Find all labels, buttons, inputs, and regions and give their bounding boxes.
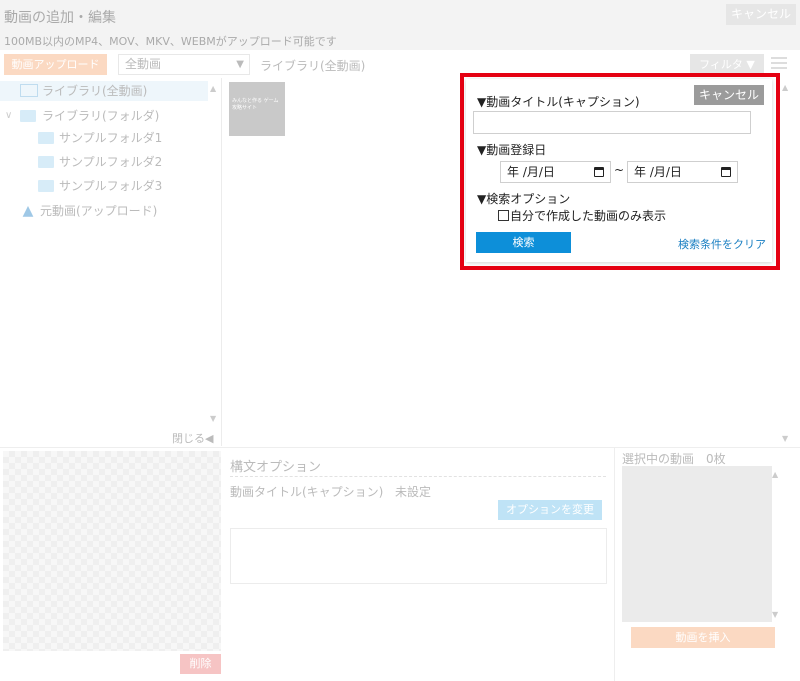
filter-popup: ▼動画タイトル(キャプション) キャンセル ▼動画登録日 年 /月/日 ~ 年 …: [466, 79, 772, 262]
close-sidebar-link[interactable]: 閉じる◀: [172, 430, 213, 446]
date-range-separator: ~: [614, 163, 625, 177]
selected-videos-section: 選択中の動画 0枚 ▲ ▼ 動画を挿入: [614, 448, 800, 681]
bottom-panel: 削除 構文オプション 動画タイトル(キャプション) 未設定 オプションを変更 選…: [0, 447, 800, 681]
scroll-up-icon[interactable]: ▲: [210, 84, 216, 93]
scroll-down-icon[interactable]: ▼: [772, 610, 778, 619]
folder-icon: [38, 180, 54, 192]
sidebar-item-label: サンプルフォルダ2: [59, 155, 163, 169]
sidebar-item-sample-folder-2[interactable]: サンプルフォルダ2: [0, 152, 208, 172]
folder-icon: [20, 110, 36, 122]
chevron-down-icon[interactable]: ∨: [5, 106, 12, 126]
sidebar-item-sample-folder-3[interactable]: サンプルフォルダ3: [0, 176, 208, 196]
scroll-down-icon[interactable]: ▼: [210, 414, 216, 423]
sidebar-item-sample-folder-1[interactable]: サンプルフォルダ1: [0, 128, 208, 148]
options-divider: [230, 476, 606, 477]
sidebar-item-label: 元動画(アップロード): [40, 204, 158, 218]
folder-icon: [38, 132, 54, 144]
filter-cancel-button[interactable]: キャンセル: [694, 85, 764, 105]
folder-icon: [38, 156, 54, 168]
date-to-placeholder: 年 /月/日: [634, 165, 682, 179]
date-from-field[interactable]: 年 /月/日: [500, 161, 611, 183]
scroll-up-icon[interactable]: ▲: [772, 470, 778, 479]
image-icon: [20, 84, 38, 97]
caption-label: 動画タイトル(キャプション): [230, 485, 384, 499]
sidebar-item-label: ライブラリ(全動画): [42, 84, 148, 98]
sidebar-item-library-all[interactable]: ライブラリ(全動画): [0, 81, 208, 101]
top-cancel-button[interactable]: キャンセル: [726, 4, 796, 25]
scroll-up-icon[interactable]: ▲: [782, 83, 788, 92]
title-filter-label: ▼動画タイトル(キャプション): [477, 95, 640, 109]
date-filter-label: ▼動画登録日: [477, 143, 547, 157]
caption-value: 未設定: [395, 485, 432, 499]
sidebar-item-label: サンプルフォルダ3: [59, 179, 163, 193]
thumbnail-caption: みんなと作る ゲーム攻略サイト: [232, 98, 279, 111]
sidebar-item-library-folder[interactable]: ∨ ライブラリ(フォルダ): [0, 106, 208, 126]
delete-button[interactable]: 削除: [180, 654, 221, 674]
current-library-path: ライブラリ(全動画): [260, 59, 366, 73]
insert-video-button[interactable]: 動画を挿入: [631, 627, 775, 648]
title-filter-input[interactable]: [473, 111, 751, 134]
page-title: 動画の追加・編集: [4, 10, 116, 26]
video-filter-select-value: 全動画: [125, 57, 162, 71]
date-to-field[interactable]: 年 /月/日: [627, 161, 738, 183]
selected-videos-list: [622, 466, 772, 622]
search-options-label: ▼検索オプション: [477, 192, 571, 206]
syntax-options-section: 構文オプション 動画タイトル(キャプション) 未設定 オプションを変更: [230, 448, 608, 681]
only-mine-label: 自分で作成した動画のみ表示: [510, 209, 667, 223]
sidebar-item-label: ライブラリ(フォルダ): [42, 109, 160, 123]
page-subtitle: 100MB以内のMP4、MOV、MKV、WEBMがアップロード可能です: [4, 35, 337, 48]
syntax-output-box[interactable]: [230, 528, 607, 584]
only-mine-checkbox[interactable]: [498, 210, 509, 221]
only-mine-option[interactable]: 自分で作成した動画のみ表示: [498, 208, 666, 224]
video-filter-select[interactable]: 全動画 ▼: [118, 54, 250, 75]
hamburger-menu-icon[interactable]: [771, 57, 787, 71]
calendar-icon[interactable]: [721, 167, 731, 177]
upload-video-button[interactable]: 動画アップロード: [4, 54, 107, 75]
change-options-button[interactable]: オプションを変更: [498, 500, 602, 520]
search-button[interactable]: 検索: [476, 232, 571, 253]
top-bar: 動画の追加・編集 100MB以内のMP4、MOV、MKV、WEBMがアップロード…: [0, 0, 800, 50]
library-sidebar: ライブラリ(全動画) ∨ ライブラリ(フォルダ) サンプルフォルダ1 サンプルフ…: [0, 78, 222, 446]
chevron-down-icon: ▼: [236, 59, 244, 70]
date-from-placeholder: 年 /月/日: [507, 165, 555, 179]
selected-videos-title: 選択中の動画 0枚: [622, 452, 726, 466]
options-title: 構文オプション: [230, 460, 322, 475]
sidebar-item-original-uploads[interactable]: ▲ 元動画(アップロード): [0, 201, 208, 221]
filter-button[interactable]: フィルタ ▼: [690, 54, 764, 75]
video-thumbnail[interactable]: みんなと作る ゲーム攻略サイト: [229, 82, 285, 136]
sidebar-item-label: サンプルフォルダ1: [59, 131, 163, 145]
scroll-down-icon[interactable]: ▼: [782, 434, 788, 443]
clear-conditions-link[interactable]: 検索条件をクリア: [678, 236, 766, 252]
upload-icon: ▲: [22, 203, 34, 219]
video-preview: [3, 451, 221, 651]
calendar-icon[interactable]: [594, 167, 604, 177]
